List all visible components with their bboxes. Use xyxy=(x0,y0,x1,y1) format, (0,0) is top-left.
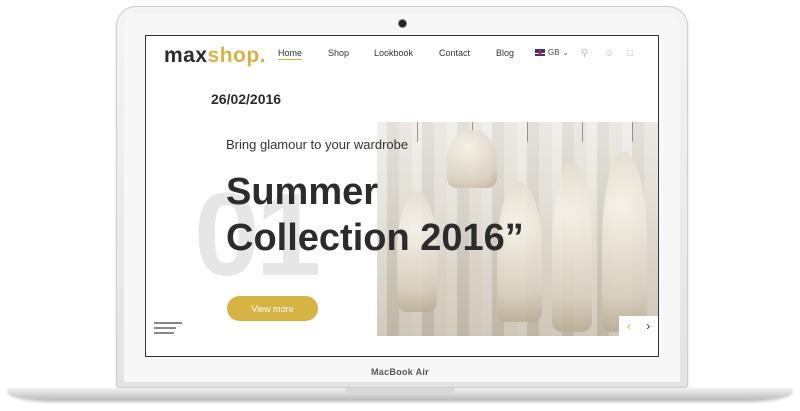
hero-tagline: Bring glamour to your wardrobe xyxy=(226,137,409,152)
language-code: GB xyxy=(548,48,560,57)
view-more-button[interactable]: View more xyxy=(227,296,318,321)
laptop-screen: maxshop. Home Shop Lookbook Contact Blog… xyxy=(146,36,658,356)
next-arrow-icon[interactable]: › xyxy=(646,319,650,333)
bag-icon[interactable]: □ xyxy=(627,48,633,59)
nav-item-shop[interactable]: Shop xyxy=(328,48,349,58)
hero-headline: Summer Collection 2016” xyxy=(226,169,524,261)
user-icon[interactable]: ☺ xyxy=(604,48,614,59)
headline-line-1: Summer xyxy=(226,171,379,213)
camera-icon xyxy=(399,20,406,27)
nav-item-contact[interactable]: Contact xyxy=(439,48,470,58)
nav-item-home[interactable]: Home xyxy=(278,48,303,60)
hero-date: 26/02/2016 xyxy=(211,91,282,107)
slider-arrows: ‹ › xyxy=(619,316,658,336)
device-model-label: MacBook Air xyxy=(371,367,429,377)
logo-part-2: shop. xyxy=(207,44,267,67)
uk-flag-icon xyxy=(535,49,545,56)
laptop-notch xyxy=(345,388,455,394)
language-selector[interactable]: GB ⌄ xyxy=(535,48,568,57)
headline-line-2: Collection 2016” xyxy=(226,217,524,259)
nav-item-lookbook[interactable]: Lookbook xyxy=(374,48,413,58)
search-icon[interactable]: ⚲ xyxy=(581,48,588,59)
hamburger-menu-icon[interactable] xyxy=(154,322,182,336)
logo-part-1: max xyxy=(164,44,208,67)
chevron-down-icon: ⌄ xyxy=(562,49,569,57)
site-logo[interactable]: maxshop. xyxy=(164,44,266,68)
nav-item-blog[interactable]: Blog xyxy=(496,48,514,58)
previous-arrow-icon[interactable]: ‹ xyxy=(627,319,631,333)
